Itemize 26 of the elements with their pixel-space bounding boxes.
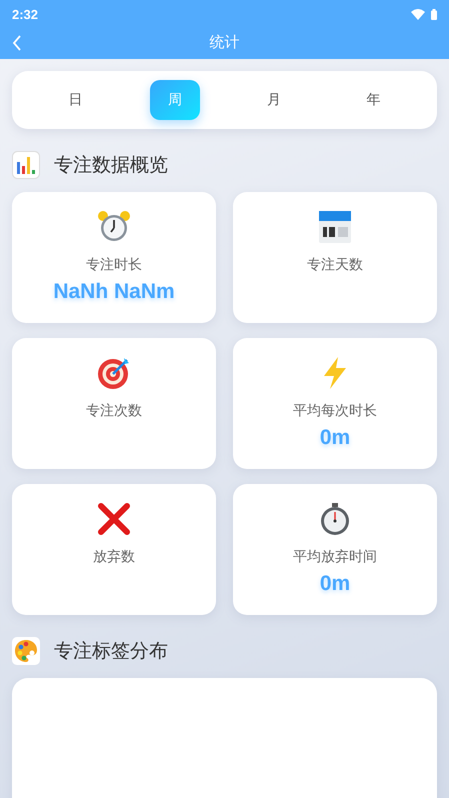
stat-value: NaNh NaNm [53,280,175,304]
stat-value: 0m [320,426,350,450]
battery-icon [431,8,437,20]
section-title: 专注标签分布 [54,639,168,664]
alarm-clock-icon [97,210,131,244]
stopwatch-icon [318,502,352,536]
page-title: 统计 [208,33,240,52]
status-time: 2:32 [12,6,38,22]
wifi-icon [411,8,425,20]
period-tab[interactable]: 年 [348,80,398,120]
stat-value: 0m [320,572,350,596]
bar-chart-icon [12,151,40,179]
stat-label: 平均放弃时间 [293,548,377,566]
calendar-icon [318,210,352,244]
stat-label: 专注天数 [307,256,363,274]
stat-label: 专注时长 [86,256,142,274]
section-title: 专注数据概览 [54,153,168,178]
stat-label: 专注次数 [86,402,142,420]
palette-icon [12,637,40,665]
period-tab[interactable]: 月 [249,80,300,120]
back-icon[interactable] [12,34,22,50]
period-tab[interactable]: 日 [50,80,101,120]
stat-label: 放弃数 [93,548,135,566]
target-icon [97,356,131,390]
stat-label: 平均每次时长 [293,402,377,420]
cross-icon [97,502,131,536]
